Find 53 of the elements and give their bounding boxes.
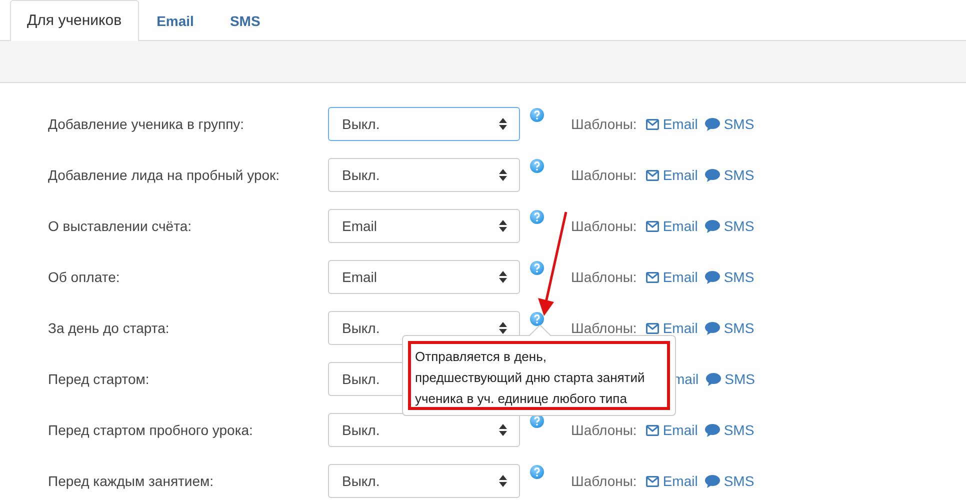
templates-label: Шаблоны: [571,422,637,438]
chat-bubble-icon [704,118,720,130]
sms-link[interactable]: SMS [704,473,754,489]
help-icon[interactable] [530,465,544,479]
field-label: Перед каждым занятием: [47,473,215,489]
templates-label: Шаблоны: [571,320,637,336]
tab[interactable]: SMS [212,0,278,41]
email-link[interactable]: Email [646,422,698,438]
help-icon[interactable] [530,312,544,326]
chat-bubble-icon [704,270,720,284]
chat-bubble-icon [706,372,721,386]
select-field[interactable]: Email [328,209,520,243]
field-label: Перед стартом: [47,371,150,387]
sms-link[interactable]: SMS [704,218,754,234]
field-label: Перед стартом пробного урока: [47,422,254,438]
select-field[interactable]: Выкл. [328,107,520,141]
sms-link[interactable]: SMS [704,422,754,438]
tab[interactable]: Для учеников [10,0,139,41]
field-label: О выставлении счёта: [47,218,193,234]
templates-label: Шаблоны: [571,473,637,489]
help-icon[interactable] [530,159,544,173]
email-link[interactable]: Email [646,167,698,183]
tab[interactable]: Email [138,0,212,41]
email-link[interactable]: Email [646,218,698,234]
chat-bubble-icon [704,220,720,232]
select-field[interactable]: Выкл. [328,464,520,498]
select-field[interactable]: Email [328,260,520,294]
templates-label: Шаблоны: [571,116,637,132]
field-label: Об оплате: [47,269,121,285]
field-label: Добавление лида на пробный урок: [47,167,281,183]
help-icon[interactable] [530,108,544,122]
email-link[interactable]: Email [646,269,698,285]
sms-link[interactable]: SMS [704,320,754,336]
chat-bubble-icon [704,474,720,488]
sms-link[interactable]: SMS [706,371,756,387]
chat-bubble-icon [704,168,720,182]
templates-label: Шаблоны: [571,218,637,234]
email-link[interactable]: Email [646,116,698,132]
sms-link[interactable]: SMS [704,116,754,132]
chat-bubble-icon [704,424,720,436]
email-link[interactable]: Email [646,473,698,489]
email-link[interactable]: Email [646,320,698,336]
field-label: Добавление ученика в группу: [47,116,246,132]
help-icon[interactable] [530,261,544,275]
sms-link[interactable]: SMS [704,167,754,183]
help-icon[interactable] [530,210,544,224]
field-label: За день до старта: [47,320,170,336]
sms-link[interactable]: SMS [704,269,754,285]
select-field[interactable]: Выкл. [328,158,520,192]
chat-bubble-icon [704,322,720,334]
templates-label: Шаблоны: [571,269,637,285]
templates-label: Шаблоны: [571,167,637,183]
tooltip-text: Отправляется в день, предшествующий дню старта занятий ученика в уч. единице любого типа [408,341,670,410]
